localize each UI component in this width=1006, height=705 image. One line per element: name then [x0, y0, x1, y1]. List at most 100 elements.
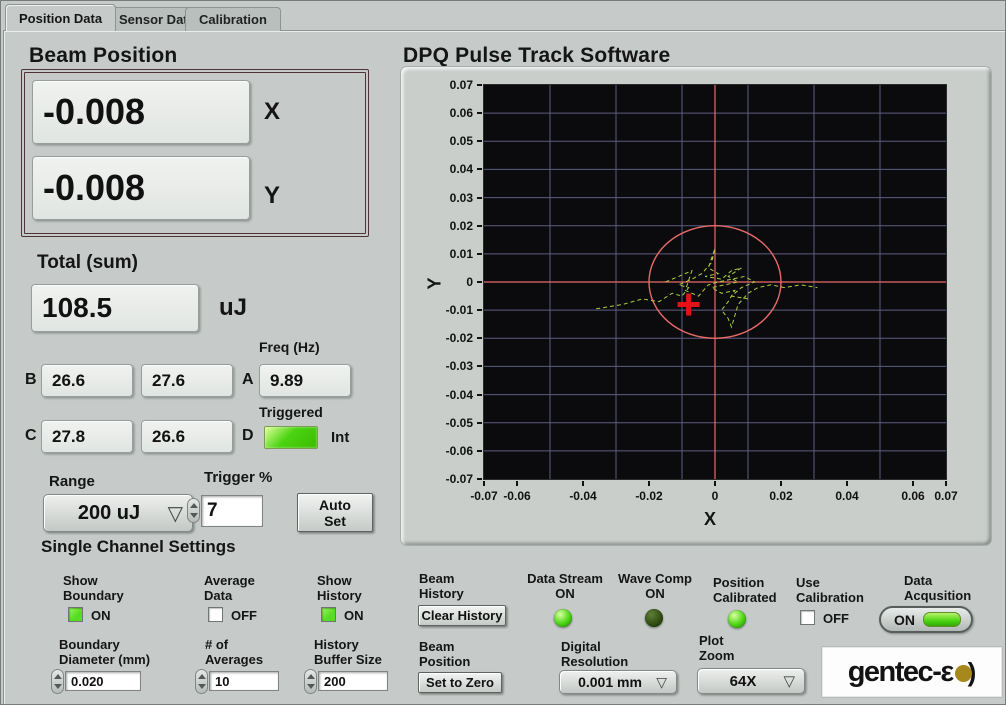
- spinner-up-icon[interactable]: [198, 674, 206, 679]
- auto-set-button[interactable]: Auto Set: [297, 493, 373, 532]
- beam-position-ctrl-label: Beam Position: [419, 639, 470, 669]
- y-tick-mark: [477, 253, 482, 255]
- average-data-label: Average Data: [204, 573, 255, 603]
- tab-position-data-label: Position Data: [19, 11, 102, 26]
- digital-resolution-dropdown[interactable]: 0.001 mm ▽: [559, 670, 677, 694]
- trigger-pct-spinner[interactable]: [187, 498, 200, 523]
- history-buffer-spinner[interactable]: [304, 669, 317, 694]
- tab-position-data[interactable]: Position Data: [5, 4, 116, 31]
- triggered-led: [264, 426, 318, 449]
- digital-resolution-value: 0.001 mm: [578, 674, 642, 690]
- boundary-diameter-spinner[interactable]: [51, 669, 64, 694]
- quadrant-b-display: 26.6: [41, 364, 133, 397]
- show-boundary-checkbox[interactable]: [68, 607, 83, 622]
- x-tick-label: 0.04: [825, 489, 869, 503]
- tab-sensor-data-label: Sensor Data: [119, 12, 195, 27]
- spinner-down-icon[interactable]: [307, 684, 315, 689]
- boundary-diameter-input[interactable]: 0.020: [65, 671, 141, 691]
- beam-history-label: Beam History: [419, 571, 464, 601]
- num-averages-input[interactable]: 10: [209, 671, 279, 691]
- y-tick-mark: [477, 365, 482, 367]
- range-dropdown[interactable]: 200 uJ ▽: [43, 494, 193, 532]
- total-sum-label: Total (sum): [37, 252, 138, 274]
- use-calibration-state: OFF: [823, 611, 849, 626]
- y-tick-label: -0.04: [429, 388, 473, 402]
- y-tick-mark: [477, 112, 482, 114]
- trigger-pct-input[interactable]: 7: [201, 495, 263, 527]
- beam-history-trace: [596, 248, 817, 327]
- total-sum-display: 108.5: [31, 284, 199, 332]
- y-tick-label: 0.03: [429, 191, 473, 205]
- y-tick-label: 0.07: [429, 78, 473, 92]
- clear-history-button[interactable]: Clear History: [418, 605, 506, 626]
- beam-x-label: X: [264, 98, 280, 126]
- y-tick-mark: [477, 450, 482, 452]
- data-acquisition-state: ON: [894, 612, 915, 628]
- beam-position-heading: Beam Position: [29, 44, 177, 68]
- toggle-slider: [923, 612, 961, 627]
- data-stream-label: Data Stream ON: [524, 571, 606, 601]
- use-calibration-checkbox[interactable]: [800, 610, 815, 625]
- y-tick-label: -0.06: [429, 444, 473, 458]
- quadrant-d-display: 26.6: [141, 420, 233, 453]
- y-tick-mark: [477, 422, 482, 424]
- average-data-checkbox[interactable]: [208, 607, 223, 622]
- freq-label: Freq (Hz): [259, 339, 320, 355]
- quadrant-a-label: A: [242, 371, 254, 389]
- range-label: Range: [49, 473, 95, 490]
- spinner-down-icon[interactable]: [198, 684, 206, 689]
- quadrant-d-label: D: [242, 427, 254, 445]
- spinner-down-icon[interactable]: [54, 684, 62, 689]
- average-data-state: OFF: [231, 608, 257, 623]
- data-acquisition-label: Data Acqusition: [904, 573, 971, 603]
- use-calibration-label: Use Calibration: [796, 575, 864, 605]
- y-tick-label: -0.05: [429, 416, 473, 430]
- spinner-up-icon[interactable]: [54, 674, 62, 679]
- data-acquisition-toggle[interactable]: ON: [879, 606, 973, 633]
- y-tick-mark: [477, 168, 482, 170]
- x-tick-mark: [945, 481, 947, 486]
- gentec-logo-symbol: -ε: [932, 656, 952, 689]
- x-tick-label: -0.02: [627, 489, 671, 503]
- y-tick-label: -0.02: [429, 331, 473, 345]
- x-tick-mark: [780, 481, 782, 486]
- wave-comp-led: [645, 609, 663, 627]
- position-calibrated-led: [728, 610, 746, 628]
- beam-position-group: -0.008 X -0.008 Y: [21, 69, 369, 237]
- x-tick-mark: [582, 481, 584, 486]
- beam-x-display: -0.008: [32, 80, 250, 144]
- digital-resolution-label: Digital Resolution: [561, 639, 628, 669]
- x-axis-title: X: [704, 509, 716, 530]
- spinner-up-icon[interactable]: [190, 503, 198, 508]
- history-buffer-label: History Buffer Size: [314, 637, 382, 667]
- y-axis-title: Y: [425, 277, 446, 289]
- y-tick-label: -0.03: [429, 359, 473, 373]
- tab-calibration[interactable]: Calibration: [185, 7, 281, 31]
- y-tick-label: 0.06: [429, 106, 473, 120]
- x-tick-label: 0.02: [759, 489, 803, 503]
- plot-zoom-dropdown[interactable]: 64X ▽: [697, 668, 805, 694]
- triggered-mode-label: Int: [331, 429, 349, 446]
- x-tick-mark: [714, 481, 716, 486]
- trigger-pct-label: Trigger %: [204, 469, 272, 486]
- y-tick-mark: [477, 394, 482, 396]
- x-tick-mark: [648, 481, 650, 486]
- chevron-down-icon: ▽: [783, 672, 795, 690]
- chart-title: DPQ Pulse Track Software: [403, 44, 670, 68]
- show-history-checkbox[interactable]: [321, 607, 336, 622]
- history-buffer-input[interactable]: 200: [318, 671, 388, 691]
- spinner-up-icon[interactable]: [307, 674, 315, 679]
- y-tick-label: 0.05: [429, 134, 473, 148]
- quadrant-a-display: 27.6: [141, 364, 233, 397]
- y-tick-label: -0.01: [429, 303, 473, 317]
- num-averages-spinner[interactable]: [195, 669, 208, 694]
- x-tick-label: -0.06: [495, 489, 539, 503]
- spinner-down-icon[interactable]: [190, 513, 198, 518]
- x-tick-label: -0.04: [561, 489, 605, 503]
- show-history-state: ON: [344, 608, 364, 623]
- show-boundary-state: ON: [91, 608, 111, 623]
- set-to-zero-button[interactable]: Set to Zero: [418, 672, 502, 693]
- x-tick-mark: [846, 481, 848, 486]
- y-tick-label: 0.04: [429, 162, 473, 176]
- quadrant-c-label: C: [25, 427, 37, 445]
